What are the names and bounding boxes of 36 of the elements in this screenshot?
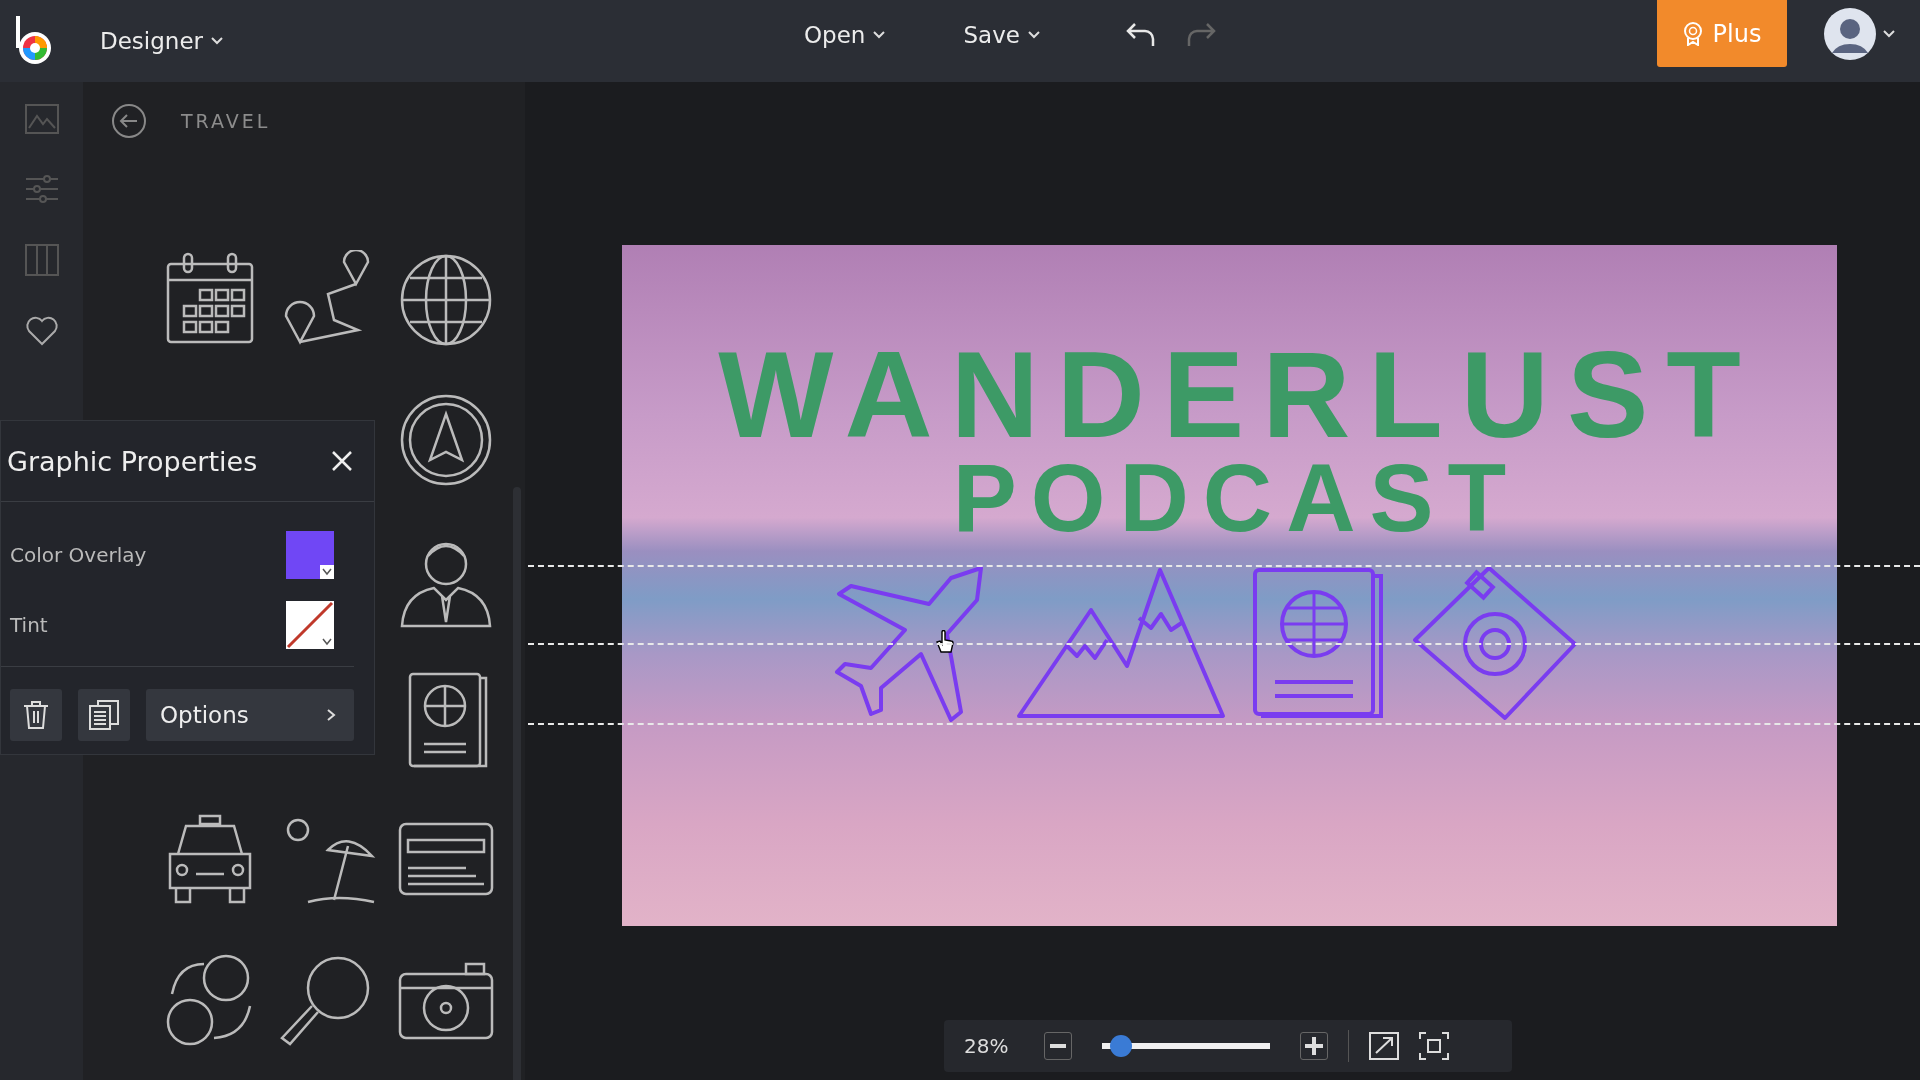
undo-icon[interactable] [1125, 20, 1157, 48]
panel-title: Graphic Properties [7, 445, 258, 477]
heart-icon[interactable] [24, 316, 59, 346]
close-icon[interactable] [330, 449, 354, 473]
options-button[interactable]: Options [146, 689, 354, 741]
color-swatch[interactable] [286, 531, 334, 579]
menu-button[interactable]: Save [959, 16, 1044, 54]
trash-icon [23, 700, 49, 730]
plus-icon [1305, 1037, 1323, 1055]
fit-screen-icon[interactable] [1419, 1032, 1449, 1060]
mode-menu[interactable]: Designer [96, 22, 228, 60]
minus-icon [1050, 1044, 1066, 1048]
zoom-in-button[interactable] [1300, 1032, 1328, 1060]
copy-icon [88, 700, 120, 730]
slider-thumb[interactable] [1110, 1035, 1132, 1057]
zoom-out-button[interactable] [1044, 1032, 1072, 1060]
sliders-icon[interactable] [24, 174, 59, 204]
back-icon[interactable] [111, 103, 147, 139]
no-color-swatch[interactable] [286, 601, 334, 649]
chevron-icon [326, 708, 336, 722]
menu-button[interactable]: Open [800, 16, 890, 54]
property-label: Tint [10, 613, 48, 637]
caret-icon [211, 37, 224, 45]
caret-icon[interactable] [1883, 30, 1895, 38]
caret-icon [873, 31, 886, 39]
delete-button[interactable] [10, 689, 62, 741]
section-title: TRAVEL [181, 110, 271, 132]
caret-icon [1027, 31, 1040, 39]
expand-icon[interactable] [1369, 1032, 1399, 1060]
badge-icon [1682, 21, 1703, 46]
zoom-reading: 28% [964, 1034, 1010, 1058]
hand-cursor-icon [935, 630, 955, 654]
property-label: Color Overlay [10, 543, 147, 567]
avatar-icon[interactable] [1823, 7, 1877, 61]
duplicate-button[interactable] [78, 689, 130, 741]
redo-icon[interactable] [1185, 20, 1217, 48]
